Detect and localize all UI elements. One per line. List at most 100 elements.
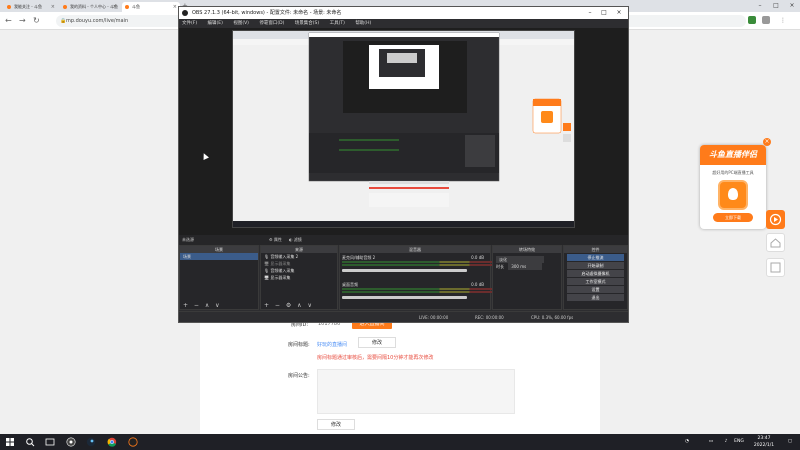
minimize-button[interactable]: – [752,0,768,12]
mixer-dock: 混音器 麦克风/辅助音频 2 0.0 dB 桌面音频 0.0 dB [339,245,492,310]
obs-window[interactable]: OBS 27.1.3 (64-bit, windows) - 配置文件: 未命名… [178,6,629,323]
room-title-value: 好玩的直播间 [317,342,348,348]
source-item[interactable]: 🎙 音频输入采集 2 [261,253,337,260]
menu-icon[interactable]: ⋮ [780,16,786,26]
search-icon[interactable] [25,437,35,447]
title-warning-text: 房间标题通过审核后，需要间隔10分钟才能再次修改 [317,355,434,361]
close-window-button[interactable]: × [784,0,800,12]
home-icon[interactable] [766,233,785,252]
menu-view[interactable]: 视图(V) [233,21,249,26]
controls-title: 控件 [564,246,627,253]
maximize-button[interactable]: □ [597,7,611,19]
maximize-button[interactable]: □ [768,0,784,12]
obs-preview-canvas[interactable] [179,28,628,235]
volume-slider[interactable] [342,269,467,272]
language-indicator[interactable]: ENG [732,434,746,450]
notification-icon[interactable]: ▢ [784,434,796,450]
menu-help[interactable]: 帮助(H) [355,21,371,26]
download-button[interactable]: 立即下载 [713,213,753,222]
ad-subtitle: 超好用的PC端直播工具 [712,170,754,175]
close-icon[interactable]: × [763,138,771,146]
obs-status-bar: LIVE: 00:00:00 REC: 00:00:00 CPU: 0.3%, … [179,311,628,322]
volume-meter [342,288,492,290]
rec-timer: REC: 00:00:00 [475,315,504,320]
studio-mode-button[interactable]: 工作室模式 [567,278,624,285]
clock[interactable]: 23:47 2022/1/1 [750,434,778,450]
source-name: 显示器采集 [270,261,291,266]
transitions-title: 转场特效 [493,246,561,253]
url-text: mp.douyu.com/live/main [66,18,129,24]
settings-button[interactable]: 设置 [567,286,624,293]
volume-meter [342,291,492,293]
virtual-camera-button[interactable]: 启动虚拟摄像机 [567,270,624,277]
filters-button[interactable]: ◐ 滤镜 [289,235,302,245]
douyu-favicon-icon [125,5,129,9]
mixer-title: 混音器 [340,246,490,253]
source-item[interactable]: 🖥 显示器采集 [261,274,337,281]
source-name: 音频输入采集 2 [270,254,299,259]
obs-title-bar: OBS 27.1.3 (64-bit, windows) - 配置文件: 未命名… [179,7,628,19]
obs-taskbar-icon[interactable] [66,437,76,447]
douyu-taskbar-icon[interactable] [128,437,138,447]
stop-streaming-button[interactable]: 停止推流 [567,254,624,261]
steam-icon[interactable] [86,437,96,447]
network-icon[interactable]: ▭ [706,434,716,450]
source-item[interactable]: 🖥 显示器采集 [261,260,337,267]
duration-label: 时长 [496,264,504,269]
browser-tab-3[interactable]: 斗鱼 × [122,2,180,12]
close-icon[interactable]: × [173,2,177,12]
track-db: 0.0 dB [471,255,484,260]
obs-logo-icon [182,10,188,16]
scene-item[interactable]: 场景 [180,253,258,260]
source-controls[interactable]: + − ⚙ ∧ ∨ [261,302,337,309]
reload-icon[interactable]: ↻ [33,16,40,26]
duration-input[interactable]: 300 ms [508,263,543,270]
minimize-button[interactable]: – [583,7,597,19]
forward-icon[interactable]: → [19,16,26,26]
room-notice-label: 房间公告: [288,373,310,379]
mixer-track: 麦克风/辅助音频 2 0.0 dB [342,255,492,277]
windows-start-icon[interactable] [5,437,15,447]
clock-time: 23:47 [757,436,771,441]
wifi-icon[interactable]: ◔ [682,434,692,450]
close-window-button[interactable]: × [612,7,626,19]
properties-button[interactable]: ⚙ 属性 [269,235,282,245]
volume-slider[interactable] [342,296,467,299]
menu-edit[interactable]: 编辑(E) [208,21,223,26]
menu-scene-collection[interactable]: 场景集合(S) [295,21,319,26]
menu-tools[interactable]: 工具(T) [330,21,345,26]
room-notice-input[interactable] [317,369,515,414]
douyu-companion-ad[interactable]: 斗鱼直播伴侣 超好用的PC端直播工具 立即下载 [700,145,766,229]
controls-dock: 控件 停止推流 开始录制 启动虚拟摄像机 工作室模式 设置 退出 [563,245,628,310]
source-name: 显示器采集 [270,275,291,280]
room-settings-card: 房间ID: 1017780 进入直播间 房间标题: 好玩的直播间 修改 房间标题… [200,310,600,434]
edit-notice-button[interactable]: 修改 [317,419,355,430]
scene-controls[interactable]: + − ∧ ∨ [180,302,258,309]
track-name-row: 桌面音频 0.0 dB [342,282,492,287]
extension-icon[interactable] [748,16,756,24]
selected-source-label: 未选源 [182,237,194,242]
menu-docks[interactable]: 停靠窗口(D) [259,21,284,26]
start-recording-button[interactable]: 开始录制 [567,262,624,269]
lock-icon: 🔒 [60,18,67,24]
exit-button[interactable]: 退出 [567,294,624,301]
chrome-icon[interactable] [107,437,117,447]
menu-file[interactable]: 文件(F) [182,21,197,26]
source-name: 音频输入采集 [270,268,295,273]
close-icon[interactable]: × [51,2,55,12]
fullscreen-icon[interactable] [766,258,785,277]
volume-icon[interactable]: ♪ [721,434,731,450]
close-icon[interactable]: × [113,2,117,12]
source-item[interactable]: 🎙 音频输入采集 [261,267,337,274]
browser-tab-1[interactable]: 我能关注 - 斗鱼 × [4,2,58,12]
volume-meter [342,264,492,266]
task-view-icon[interactable] [45,437,55,447]
transition-type-select[interactable]: 淡化 [493,256,561,263]
browser-tab-2[interactable]: 我的资料 - 个人中心 - 斗鱼 × [60,2,120,12]
douyu-logo-icon [718,180,748,210]
profile-icon[interactable] [762,16,770,24]
play-icon[interactable] [766,210,785,229]
edit-title-button[interactable]: 修改 [358,337,396,348]
track-db: 0.0 dB [471,282,484,287]
back-icon[interactable]: ← [5,16,12,26]
